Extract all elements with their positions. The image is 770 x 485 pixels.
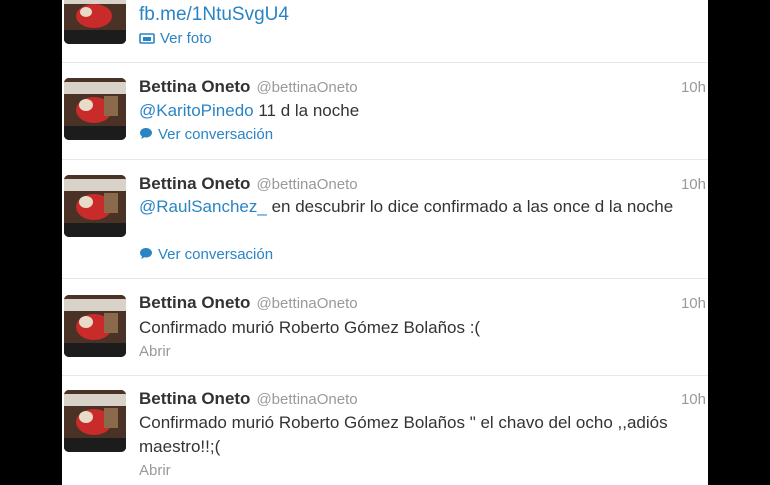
tweet-body: 11 d la noche [253, 101, 360, 120]
author-handle: @bettinaOneto [256, 79, 358, 96]
open-button[interactable]: Abrir [139, 343, 171, 360]
avatar-image [64, 78, 126, 140]
author-name-label: Bettina Oneto [139, 174, 251, 193]
tweet-link[interactable]: fb.me/1NtuSvgU4 [139, 4, 289, 26]
author-name-label: Bettina Oneto [139, 389, 251, 408]
view-photo-label: Ver foto [160, 30, 212, 47]
avatar-image [64, 175, 126, 237]
avatar[interactable] [64, 0, 126, 44]
author-handle: @bettinaOneto [256, 391, 358, 408]
tweet-text: Confirmado murió Roberto Gómez Bolaños :… [139, 318, 481, 337]
tweet-text: @RaulSanchez_ en descubrir lo dice confi… [139, 195, 679, 219]
tweet-top[interactable]: fb.me/1NtuSvgU4 Ver foto [62, 0, 708, 63]
view-conversation-label: Ver conversación [158, 126, 274, 143]
speech-bubble-icon [139, 127, 153, 144]
tweet[interactable]: Bettina Oneto @bettinaOneto 10h @KaritoPi… [62, 63, 708, 160]
avatar-image [64, 390, 126, 452]
timeline: fb.me/1NtuSvgU4 Ver foto Bettina Oneto @b… [62, 0, 708, 485]
tweet-text: @KaritoPinedo 11 d la noche [139, 99, 679, 123]
author-name-label: Bettina Oneto [139, 77, 251, 96]
mention-link[interactable]: @RaulSanchez_ [139, 197, 267, 216]
tweet-body: en descubrir lo dice confirmado a las on… [266, 197, 674, 216]
avatar-image [64, 295, 126, 357]
tweet[interactable]: Bettina Oneto @bettinaOneto 10h Confirmad… [62, 279, 708, 376]
view-conversation-button[interactable]: Ver conversación [139, 246, 273, 264]
author-name-label: Bettina Oneto [139, 293, 251, 312]
tweet-time[interactable]: 10h [681, 79, 706, 96]
view-conversation-label: Ver conversación [158, 246, 274, 263]
author-name[interactable]: Bettina Oneto @bettinaOneto [139, 293, 358, 313]
avatar[interactable] [64, 78, 126, 140]
avatar[interactable] [64, 295, 126, 357]
avatar[interactable] [64, 175, 126, 237]
tweet-time[interactable]: 10h [681, 391, 706, 408]
avatar[interactable] [64, 390, 126, 452]
author-name[interactable]: Bettina Oneto @bettinaOneto [139, 174, 358, 194]
tweet[interactable]: Bettina Oneto @bettinaOneto 10h Confirmad… [62, 376, 708, 485]
photo-icon [139, 31, 155, 48]
view-conversation-button[interactable]: Ver conversación [139, 126, 273, 144]
open-button[interactable]: Abrir [139, 462, 171, 479]
author-name[interactable]: Bettina Oneto @bettinaOneto [139, 389, 358, 409]
tweet-time[interactable]: 10h [681, 176, 706, 193]
view-photo-button[interactable]: Ver foto [139, 30, 212, 48]
speech-bubble-icon [139, 247, 153, 264]
tweet-text: Confirmado murió Roberto Gómez Bolaños "… [139, 413, 668, 456]
author-handle: @bettinaOneto [256, 295, 358, 312]
tweet[interactable]: Bettina Oneto @bettinaOneto 10h @RaulSanc… [62, 160, 708, 279]
mention-link[interactable]: @KaritoPinedo [139, 101, 254, 120]
tweet-time[interactable]: 10h [681, 295, 706, 312]
author-handle: @bettinaOneto [256, 176, 358, 193]
avatar-image [64, 0, 126, 44]
author-name[interactable]: Bettina Oneto @bettinaOneto [139, 77, 358, 97]
